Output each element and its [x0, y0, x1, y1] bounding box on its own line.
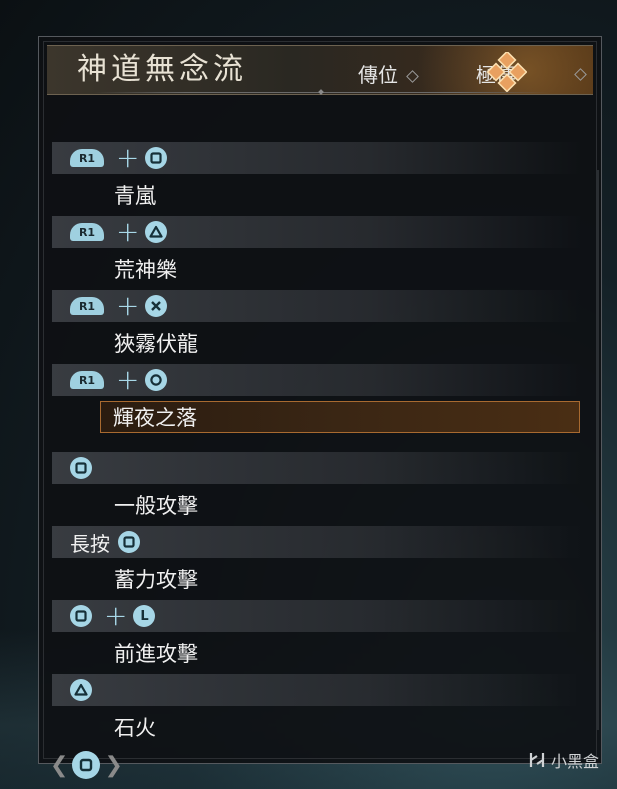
chevron-left-icon[interactable]: ❮ [50, 753, 68, 778]
chevron-right-icon[interactable]: ❯ [104, 753, 122, 778]
heybox-logo-icon [529, 753, 545, 767]
plus-icon: + [116, 215, 140, 248]
r1-button-icon: R1 [70, 149, 104, 167]
scrollbar[interactable] [596, 170, 599, 730]
r1-button-icon: R1 [70, 371, 104, 389]
move-input-row: R1 + [52, 142, 582, 174]
hold-label: 長按 [70, 531, 110, 556]
move-input-row: R1 + [52, 364, 582, 396]
move-name[interactable]: 狹霧伏龍 [52, 322, 582, 364]
move-name-selected[interactable]: 輝夜之落 [100, 401, 580, 433]
move-input-row: + L [52, 600, 582, 632]
move-input-row: 長按 [52, 526, 582, 558]
move-name[interactable]: 蓄力攻擊 [52, 558, 582, 600]
move-input-row [52, 674, 582, 706]
r1-button-icon: R1 [70, 297, 104, 315]
move-input-row [52, 452, 582, 484]
plus-icon: + [116, 289, 140, 322]
watermark: 小黑盒 [527, 748, 599, 772]
diamond-icon [406, 70, 419, 83]
move-name[interactable]: 一般攻擊 [52, 484, 582, 526]
triangle-button-icon [145, 221, 168, 243]
cross-button-icon [145, 295, 168, 317]
square-button-icon [70, 457, 92, 479]
watermark-text: 小黑盒 [550, 752, 599, 771]
move-list: R1 + 青嵐 R1 + 荒神樂 R1 + 狹霧伏龍 R1 + 輝夜之落 一般攻擊 長按 蓄力攻擊 + L 前進攻… [52, 142, 582, 748]
plus-icon: + [104, 599, 128, 632]
square-button-icon [118, 531, 140, 553]
circle-button-icon [145, 369, 168, 391]
square-button-icon [70, 605, 92, 627]
r1-button-icon: R1 [70, 223, 104, 241]
move-name[interactable]: 前進攻擊 [52, 632, 582, 674]
left-stick-icon: L [133, 605, 156, 627]
grade-progress-marker [318, 89, 324, 95]
plus-icon: + [116, 363, 140, 396]
square-button-icon[interactable] [72, 751, 101, 779]
move-input-row: R1 + [52, 216, 582, 248]
style-emblem-icon [487, 52, 527, 92]
triangle-button-icon [70, 679, 92, 701]
move-input-row: R1 + [52, 290, 582, 322]
bottom-nav[interactable]: ❮ ❯ [46, 748, 127, 782]
move-name[interactable]: 青嵐 [52, 174, 582, 216]
plus-icon: + [116, 141, 140, 174]
move-name[interactable]: 荒神樂 [52, 248, 582, 290]
grade-rank-1: 傳位 [358, 62, 419, 88]
move-name[interactable]: 石火 [52, 706, 582, 748]
diamond-icon [574, 68, 587, 81]
square-button-icon [145, 147, 168, 169]
